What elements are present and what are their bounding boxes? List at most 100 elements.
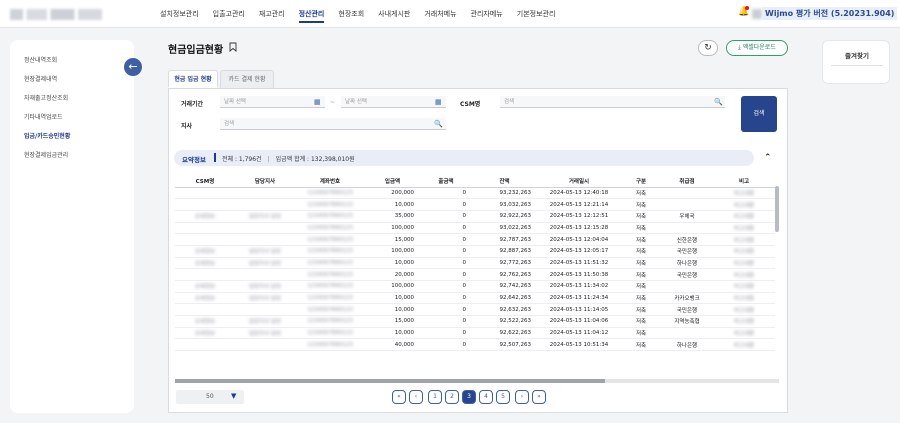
table-cell-csm <box>175 303 235 317</box>
table-cell-out: 0 <box>420 222 472 235</box>
favorites-panel: 즐겨찾기 <box>822 40 890 84</box>
nav-item-stock[interactable]: 재고관리 <box>259 9 285 23</box>
branch-search-input[interactable]: 검색 <box>220 118 446 130</box>
chevron-up-icon[interactable]: ⌃ <box>764 153 772 163</box>
page-size-select[interactable]: 50 ▼ <box>176 390 244 404</box>
table-row[interactable]: 상세정보 담당지사 담당 1234567890123 35,000 0 92,922,26… <box>175 210 775 223</box>
page-button-active[interactable]: 3 <box>462 390 476 404</box>
collapse-sidebar-button[interactable]: ← <box>124 58 142 76</box>
page-button[interactable]: 4 <box>479 390 493 404</box>
redacted-value: 담당지사 담당 <box>248 284 282 291</box>
table-row[interactable]: 1234567890123 40,000 0 92,507,263 2024-05-13… <box>175 338 775 352</box>
sidebar-item-site-payments[interactable]: 현장결제내역 <box>24 74 57 83</box>
vertical-scrollbar[interactable] <box>775 186 779 232</box>
sidebar-item-deposit-card[interactable]: 입금/카드승인현황 <box>24 131 70 140</box>
nav-item-partner[interactable]: 거래처메뉴 <box>424 9 456 23</box>
first-page-button[interactable]: « <box>392 390 406 404</box>
last-page-button[interactable]: » <box>532 390 546 404</box>
date-to-input[interactable]: 날짜 선택 <box>341 96 446 108</box>
nav-item-settlement[interactable]: 정산관리 <box>298 9 325 23</box>
sidebar-item-etc-upload[interactable]: 기타내역업로드 <box>24 112 63 121</box>
table-cell-in: 100,000 <box>365 222 420 235</box>
table-row[interactable]: 1234567890123 20,000 0 92,762,263 2024-05-13… <box>175 268 775 281</box>
page-size-value: 50 <box>206 393 214 400</box>
table-cell-bank <box>661 327 713 340</box>
table-cell-bank: 지역농축협 <box>661 315 713 328</box>
table-cell-account: 1234567890123 <box>295 268 365 281</box>
table-row[interactable]: 상세정보 담당지사 담당 1234567890123 15,000 0 92,522,26… <box>175 315 775 328</box>
nav-item-basic[interactable]: 기본정보관리 <box>517 9 556 23</box>
table-row[interactable]: 1234567890123 100,000 0 93,022,263 2024-05-1… <box>175 222 775 235</box>
prev-page-button[interactable]: ‹ <box>409 390 423 404</box>
table-cell-account: 1234567890123 <box>295 292 365 305</box>
table-cell-csm: 상세정보 <box>175 280 235 293</box>
sidebar-item-material-settlement[interactable]: 자재출고정산조회 <box>24 93 68 102</box>
refresh-button[interactable]: ↻ <box>698 40 718 56</box>
column-header[interactable]: 계좌번호 <box>295 176 365 188</box>
horizontal-scrollbar[interactable] <box>175 379 605 383</box>
table-cell-datetime: 2024-05-13 12:40:18 <box>537 187 621 200</box>
calendar-icon[interactable]: ▦ <box>314 96 321 108</box>
column-header[interactable]: 비고 <box>713 176 775 188</box>
table-cell-in: 100,000 <box>365 245 420 258</box>
column-header[interactable]: CSM명 <box>175 176 235 188</box>
nav-item-site[interactable]: 현장조회 <box>338 9 364 23</box>
next-page-button[interactable]: › <box>515 390 529 404</box>
tab-card-payment[interactable]: 카드 결제 현황 <box>220 70 274 88</box>
table-cell-note: 비고내용 <box>713 198 775 211</box>
page-button[interactable]: 5 <box>496 390 510 404</box>
column-header[interactable]: 거래일시 <box>537 176 621 188</box>
table-row[interactable]: 1234567890123 200,000 0 93,232,263 2024-05-1… <box>175 187 775 200</box>
table-row[interactable]: 1234567890123 10,000 0 93,032,263 2024-05-13… <box>175 198 775 211</box>
table-cell-account: 1234567890123 <box>295 210 365 223</box>
sidebar-item-site-deposit[interactable]: 현장결제입금관리 <box>24 150 68 159</box>
nav-item-inout[interactable]: 입출고관리 <box>213 9 245 23</box>
table-cell-note: 비고내용 <box>713 245 775 258</box>
table-cell-in: 35,000 <box>365 210 420 223</box>
table-row[interactable]: 상세정보 담당지사 담당 1234567890123 10,000 0 92,642,26… <box>175 292 775 305</box>
tab-cash-deposit[interactable]: 현금 입금 현황 <box>168 70 218 88</box>
table-cell-datetime: 2024-05-13 12:05:17 <box>537 245 621 258</box>
nav-item-board[interactable]: 사내게시판 <box>378 9 410 23</box>
csm-search-input[interactable]: 검색 <box>500 96 725 108</box>
column-header[interactable]: 취급점 <box>661 176 713 188</box>
redacted-value: 비고내용 <box>733 237 755 244</box>
summary-bar: 요약정보 전체 : 1,796건 | 입금액 합계 : 132,398,010원 <box>174 150 754 166</box>
column-header[interactable]: 입금액 <box>365 176 420 188</box>
nav-item-admin[interactable]: 관리자메뉴 <box>471 9 503 23</box>
page-button[interactable]: 1 <box>428 390 442 404</box>
search-icon[interactable]: 🔍 <box>434 118 443 130</box>
column-header[interactable]: 담당지사 <box>235 176 295 188</box>
table-row[interactable]: 1234567890123 10,000 0 92,632,263 2024-05-13… <box>175 303 775 317</box>
table-cell-balance: 93,032,263 <box>472 198 537 211</box>
table-cell-in: 10,000 <box>365 257 420 270</box>
table-cell-out: 0 <box>420 210 472 223</box>
deposit-grid[interactable]: CSM명 담당지사 계좌번호 입금액 출금액 잔액 거래일시 구분 취급점 비고… <box>175 176 779 382</box>
column-header[interactable]: 출금액 <box>420 176 472 188</box>
excel-download-button[interactable]: ⤓ 엑셀다운로드 <box>726 40 788 56</box>
table-row[interactable]: 상세정보 담당지사 담당 1234567890123 100,000 0 92,742,2… <box>175 280 775 293</box>
table-cell-datetime: 2024-05-13 12:04:04 <box>537 233 621 246</box>
table-row[interactable]: 상세정보 담당지사 담당 1234567890123 10,000 0 92,622,26… <box>175 327 775 340</box>
date-from-input[interactable]: 날짜 선택 <box>220 96 325 108</box>
column-header[interactable]: 잔액 <box>472 176 537 188</box>
table-row[interactable]: 1234567890123 15,000 0 92,787,263 2024-05-13… <box>175 233 775 246</box>
company-logo[interactable] <box>10 9 102 20</box>
nav-item-install[interactable]: 설치정보관리 <box>160 9 199 23</box>
table-cell-csm: 상세정보 <box>175 257 235 270</box>
favorites-title: 즐겨찾기 <box>845 52 869 60</box>
bookmark-icon[interactable] <box>229 42 237 52</box>
search-icon[interactable]: 🔍 <box>714 96 723 108</box>
redacted-value: 1234567890123 <box>307 318 353 325</box>
table-cell-branch <box>235 303 295 317</box>
calendar-icon[interactable]: ▦ <box>435 96 442 108</box>
divider <box>214 153 216 162</box>
table-row[interactable]: 상세정보 담당지사 담당 1234567890123 10,000 0 92,772,26… <box>175 257 775 270</box>
page-button[interactable]: 2 <box>445 390 459 404</box>
table-cell-type: 저축 <box>621 268 661 281</box>
redacted-value: 비고내용 <box>733 296 755 303</box>
table-row[interactable]: 상세정보 담당지사 담당 1234567890123 100,000 0 92,887,2… <box>175 245 775 258</box>
search-button[interactable]: 검색 <box>741 96 777 132</box>
column-header[interactable]: 구분 <box>621 176 661 188</box>
sidebar-item-settlement-history[interactable]: 정산내역조회 <box>24 55 57 64</box>
